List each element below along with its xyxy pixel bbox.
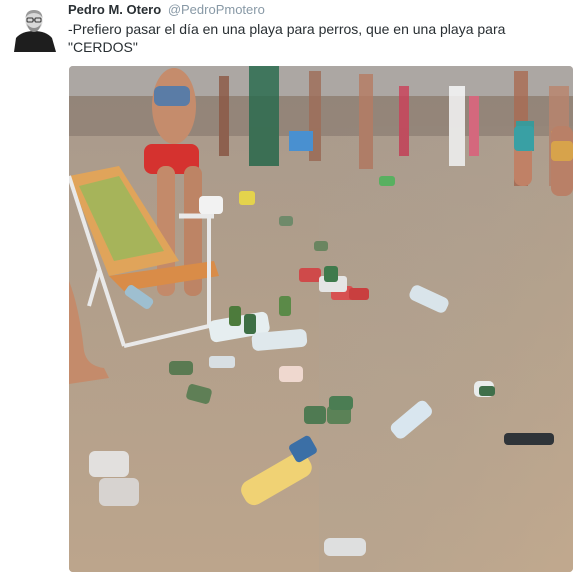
user-avatar-icon — [10, 4, 58, 52]
beach-photo-image — [69, 66, 573, 572]
tweet-header: Pedro M. Otero @PedroPmotero — [68, 2, 265, 17]
tweet-text: -Prefiero pasar el día en una playa para… — [68, 21, 506, 55]
avatar[interactable] — [10, 4, 58, 52]
tweet-photo[interactable] — [69, 66, 573, 572]
author-fullname[interactable]: Pedro M. Otero — [68, 2, 161, 17]
author-handle[interactable]: @PedroPmotero — [168, 2, 265, 17]
tweet: Pedro M. Otero @PedroPmotero -Prefiero p… — [0, 0, 582, 575]
